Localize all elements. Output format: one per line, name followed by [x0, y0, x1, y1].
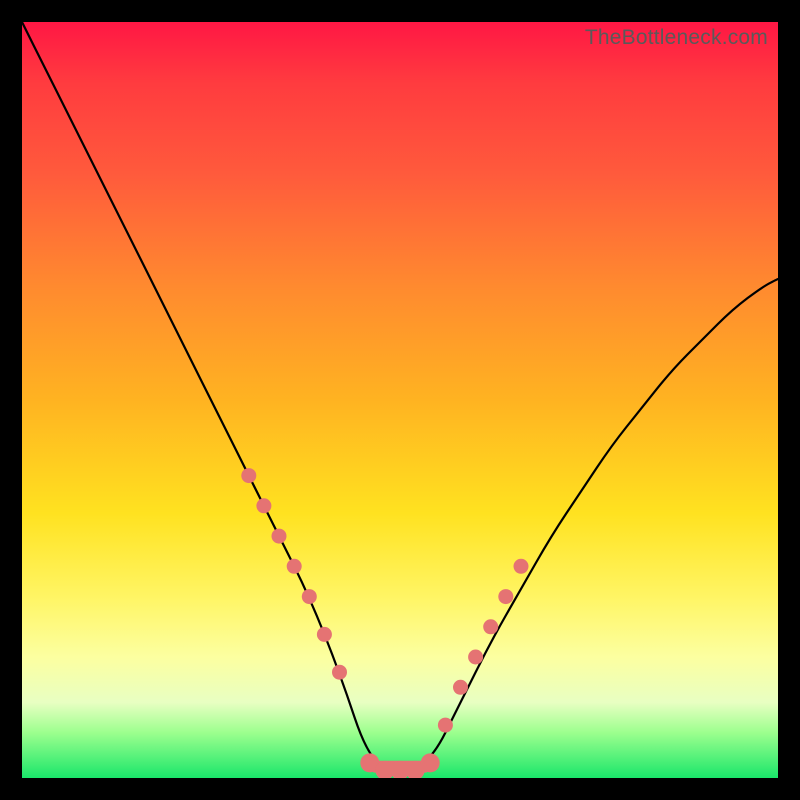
curve-marker — [287, 559, 302, 574]
chart-frame: TheBottleneck.com — [0, 0, 800, 800]
curve-marker — [256, 498, 271, 513]
curve-marker — [438, 718, 453, 733]
bottleneck-curve-svg — [22, 22, 778, 778]
curve-marker — [332, 665, 347, 680]
curve-marker — [514, 559, 529, 574]
plot-area: TheBottleneck.com — [22, 22, 778, 778]
curve-marker — [421, 753, 440, 772]
curve-marker — [317, 627, 332, 642]
curve-marker — [498, 589, 513, 604]
curve-marker — [241, 468, 256, 483]
curve-marker — [468, 650, 483, 665]
curve-marker — [453, 680, 468, 695]
curve-marker — [272, 529, 287, 544]
curve-marker — [483, 619, 498, 634]
curve-marker — [302, 589, 317, 604]
bottleneck-curve-path — [22, 22, 778, 769]
